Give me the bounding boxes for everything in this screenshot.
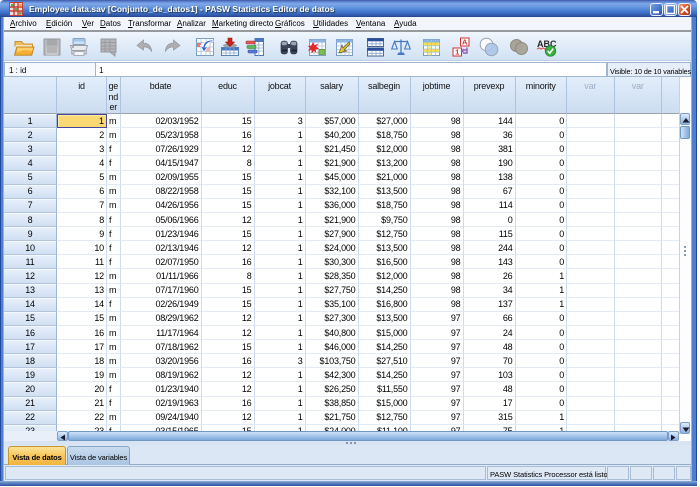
svg-text:A: A — [462, 38, 468, 47]
svg-text:1: 1 — [455, 48, 459, 57]
